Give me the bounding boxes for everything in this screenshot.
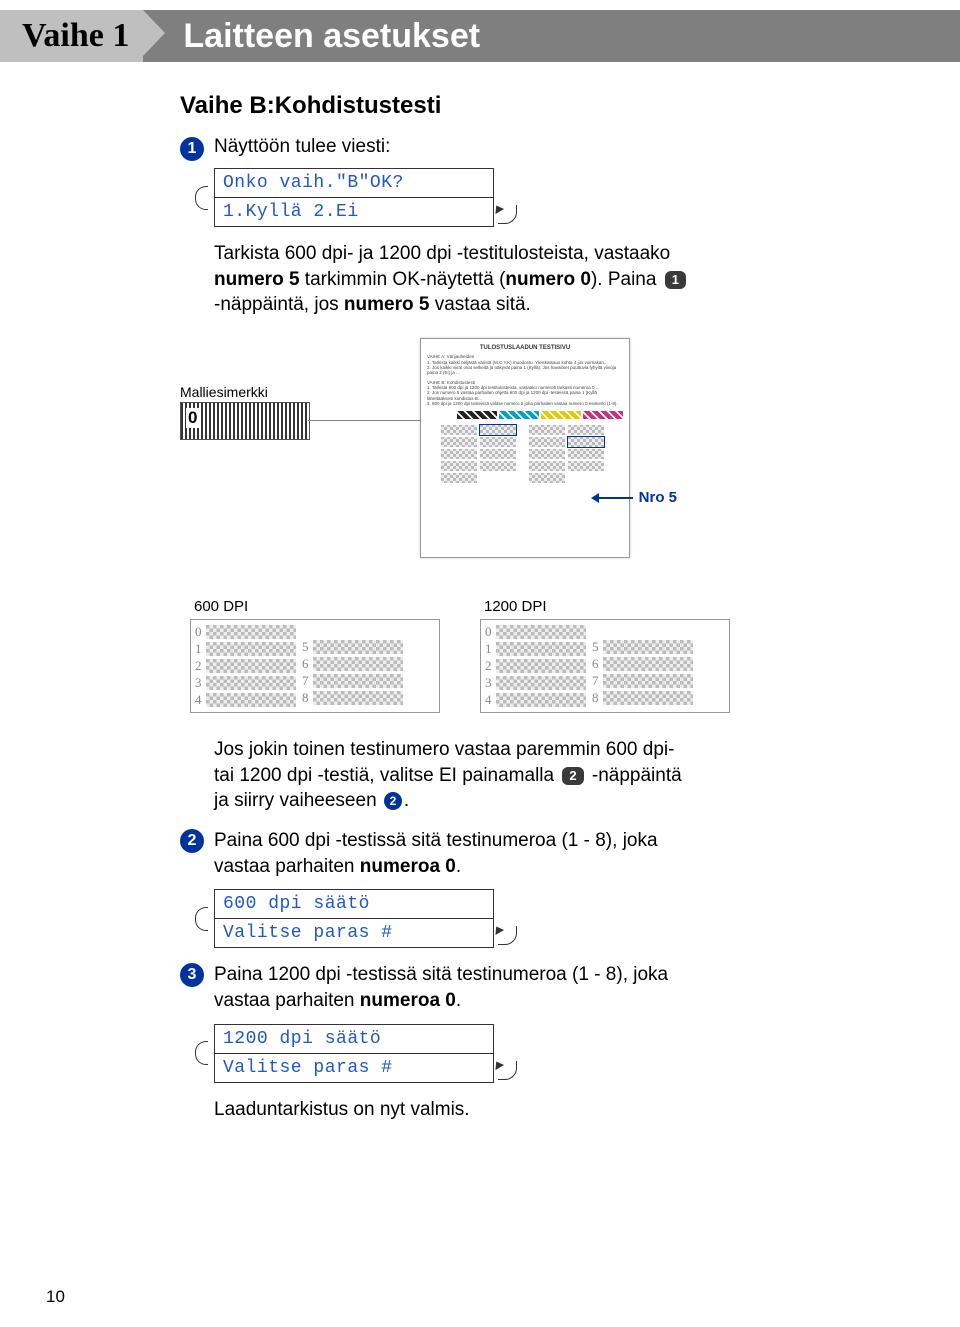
page-header: Vaihe 1 Laitteen asetukset (0, 10, 960, 62)
arrow-icon (597, 497, 633, 499)
cyan-bar-icon (499, 411, 539, 419)
step-number-2: 2 (180, 829, 204, 853)
lcd-line: Valitse paras # (215, 1053, 493, 1082)
color-bars (427, 411, 623, 419)
loop-arrow-icon (492, 203, 504, 214)
mini-alignment-grids (427, 425, 623, 485)
lcd-display-2: 600 dpi säätö Valitse paras # (214, 889, 494, 948)
sheet-title: TULOSTUSLAADUN TESTISIVU (427, 345, 623, 351)
loop-arrow-icon (492, 1059, 504, 1070)
lcd-line: 1.Kyllä 2.Ei (215, 197, 493, 226)
step-number-3: 3 (180, 963, 204, 987)
dpi-600-title: 600 DPI (190, 598, 440, 615)
lcd-line: Onko vaih."B"OK? (215, 169, 493, 197)
sheet-text: VAIHE B: Kohdistustesti1. Tarkista 600 d… (427, 380, 623, 407)
key-1-button: 1 (665, 271, 686, 289)
black-bar-icon (457, 411, 497, 419)
lcd-line: 600 dpi säätö (215, 890, 493, 918)
step-3: 3 Paina 1200 dpi -testissä sitä testinum… (180, 962, 900, 1013)
lcd-line: 1200 dpi säätö (215, 1025, 493, 1053)
lcd-display-1: Onko vaih."B"OK? 1.Kyllä 2.Ei (214, 168, 494, 227)
step-1: 1 Näyttöön tulee viesti: (180, 136, 900, 158)
step-1-paragraph: Tarkista 600 dpi- ja 1200 dpi -testitulo… (214, 241, 694, 318)
content-area: Vaihe B:Kohdistustesti 1 Näyttöön tulee … (180, 92, 900, 1122)
step-number-1: 1 (180, 137, 204, 161)
section-b-heading: Vaihe B:Kohdistustesti (180, 92, 900, 120)
test-sheet-illustration: TULOSTUSLAADUN TESTISIVU VAIHE A: Värija… (420, 338, 630, 558)
step-1-intro: Näyttöön tulee viesti: (214, 136, 900, 158)
loop-arrow-icon (492, 924, 504, 935)
dpi-600-block: 600 DPI 0 1 2 3 4 5 6 7 8 (190, 598, 440, 713)
yellow-bar-icon (541, 411, 581, 419)
step-tab: Vaihe 1 (0, 10, 143, 62)
nro5-label: Nro 5 (639, 489, 677, 506)
step-2: 2 Paina 600 dpi -testissä sitä testinume… (180, 828, 900, 879)
sample-zero: 0 (186, 408, 199, 428)
step-3-text: Paina 1200 dpi -testissä sitä testinumer… (214, 962, 674, 1013)
sample-illustration: Malliesimerkki 0 TULOSTUSLAADUN TESTISIV… (180, 338, 900, 578)
sheet-text: VAIHE A: Värijauheiden1. Tarkista kaikki… (427, 354, 623, 376)
lcd-display-3: 1200 dpi säätö Valitse paras # (214, 1024, 494, 1083)
dpi-1200-block: 1200 DPI 0 1 2 3 4 5 6 7 8 (480, 598, 730, 713)
dpi-1200-title: 1200 DPI (480, 598, 730, 615)
dpi-comparison-row: 600 DPI 0 1 2 3 4 5 6 7 8 1200 DPI (190, 598, 900, 713)
key-2-button: 2 (562, 767, 583, 785)
completion-text: Laaduntarkistus on nyt valmis. (214, 1097, 694, 1123)
page-number: 10 (46, 1287, 65, 1307)
sample-barcode (180, 402, 310, 440)
step-2-text: Paina 600 dpi -testissä sitä testinumero… (214, 828, 674, 879)
lcd-line: Valitse paras # (215, 918, 493, 947)
header-title: Laitteen asetukset (143, 10, 960, 62)
step-ref-2: 2 (384, 792, 402, 810)
sample-label: Malliesimerkki (180, 384, 268, 400)
magenta-bar-icon (583, 411, 623, 419)
step-1-paragraph-2: Jos jokin toinen testinumero vastaa pare… (214, 737, 694, 814)
